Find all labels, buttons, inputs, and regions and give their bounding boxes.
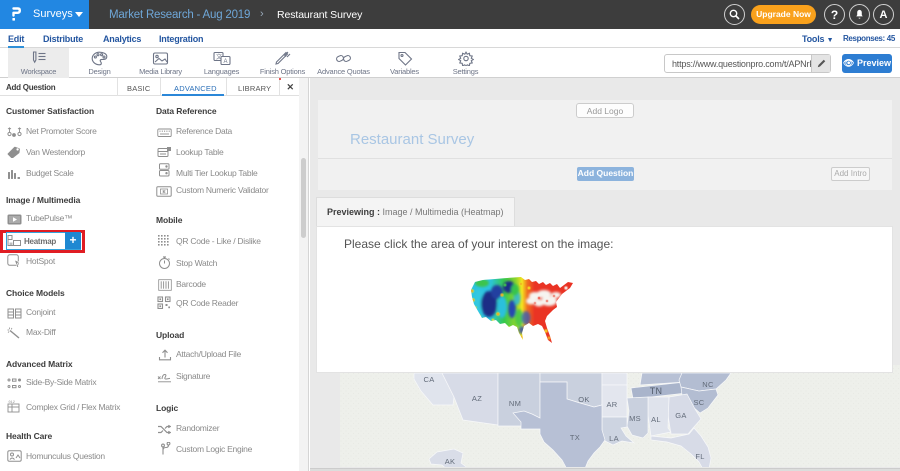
svg-text:FL: FL xyxy=(695,452,704,461)
svg-text:NM: NM xyxy=(509,399,521,408)
svg-text:CA: CA xyxy=(423,375,434,384)
svg-text:AK: AK xyxy=(445,457,456,466)
svg-text:TN: TN xyxy=(650,386,663,396)
svg-text:GA: GA xyxy=(675,411,686,420)
svg-text:TX: TX xyxy=(570,433,580,442)
svg-text:A: A xyxy=(223,59,227,65)
svg-text:AR: AR xyxy=(606,400,617,409)
svg-text:SC: SC xyxy=(693,398,704,407)
svg-text:012: 012 xyxy=(9,401,15,405)
svg-text:MS: MS xyxy=(629,414,641,423)
svg-text:文: 文 xyxy=(216,53,222,61)
svg-text:AL: AL xyxy=(651,415,661,424)
svg-text:LA: LA xyxy=(609,434,619,443)
svg-text:NC: NC xyxy=(702,380,714,389)
svg-text:AZ: AZ xyxy=(472,394,482,403)
svg-text:OK: OK xyxy=(578,395,589,404)
